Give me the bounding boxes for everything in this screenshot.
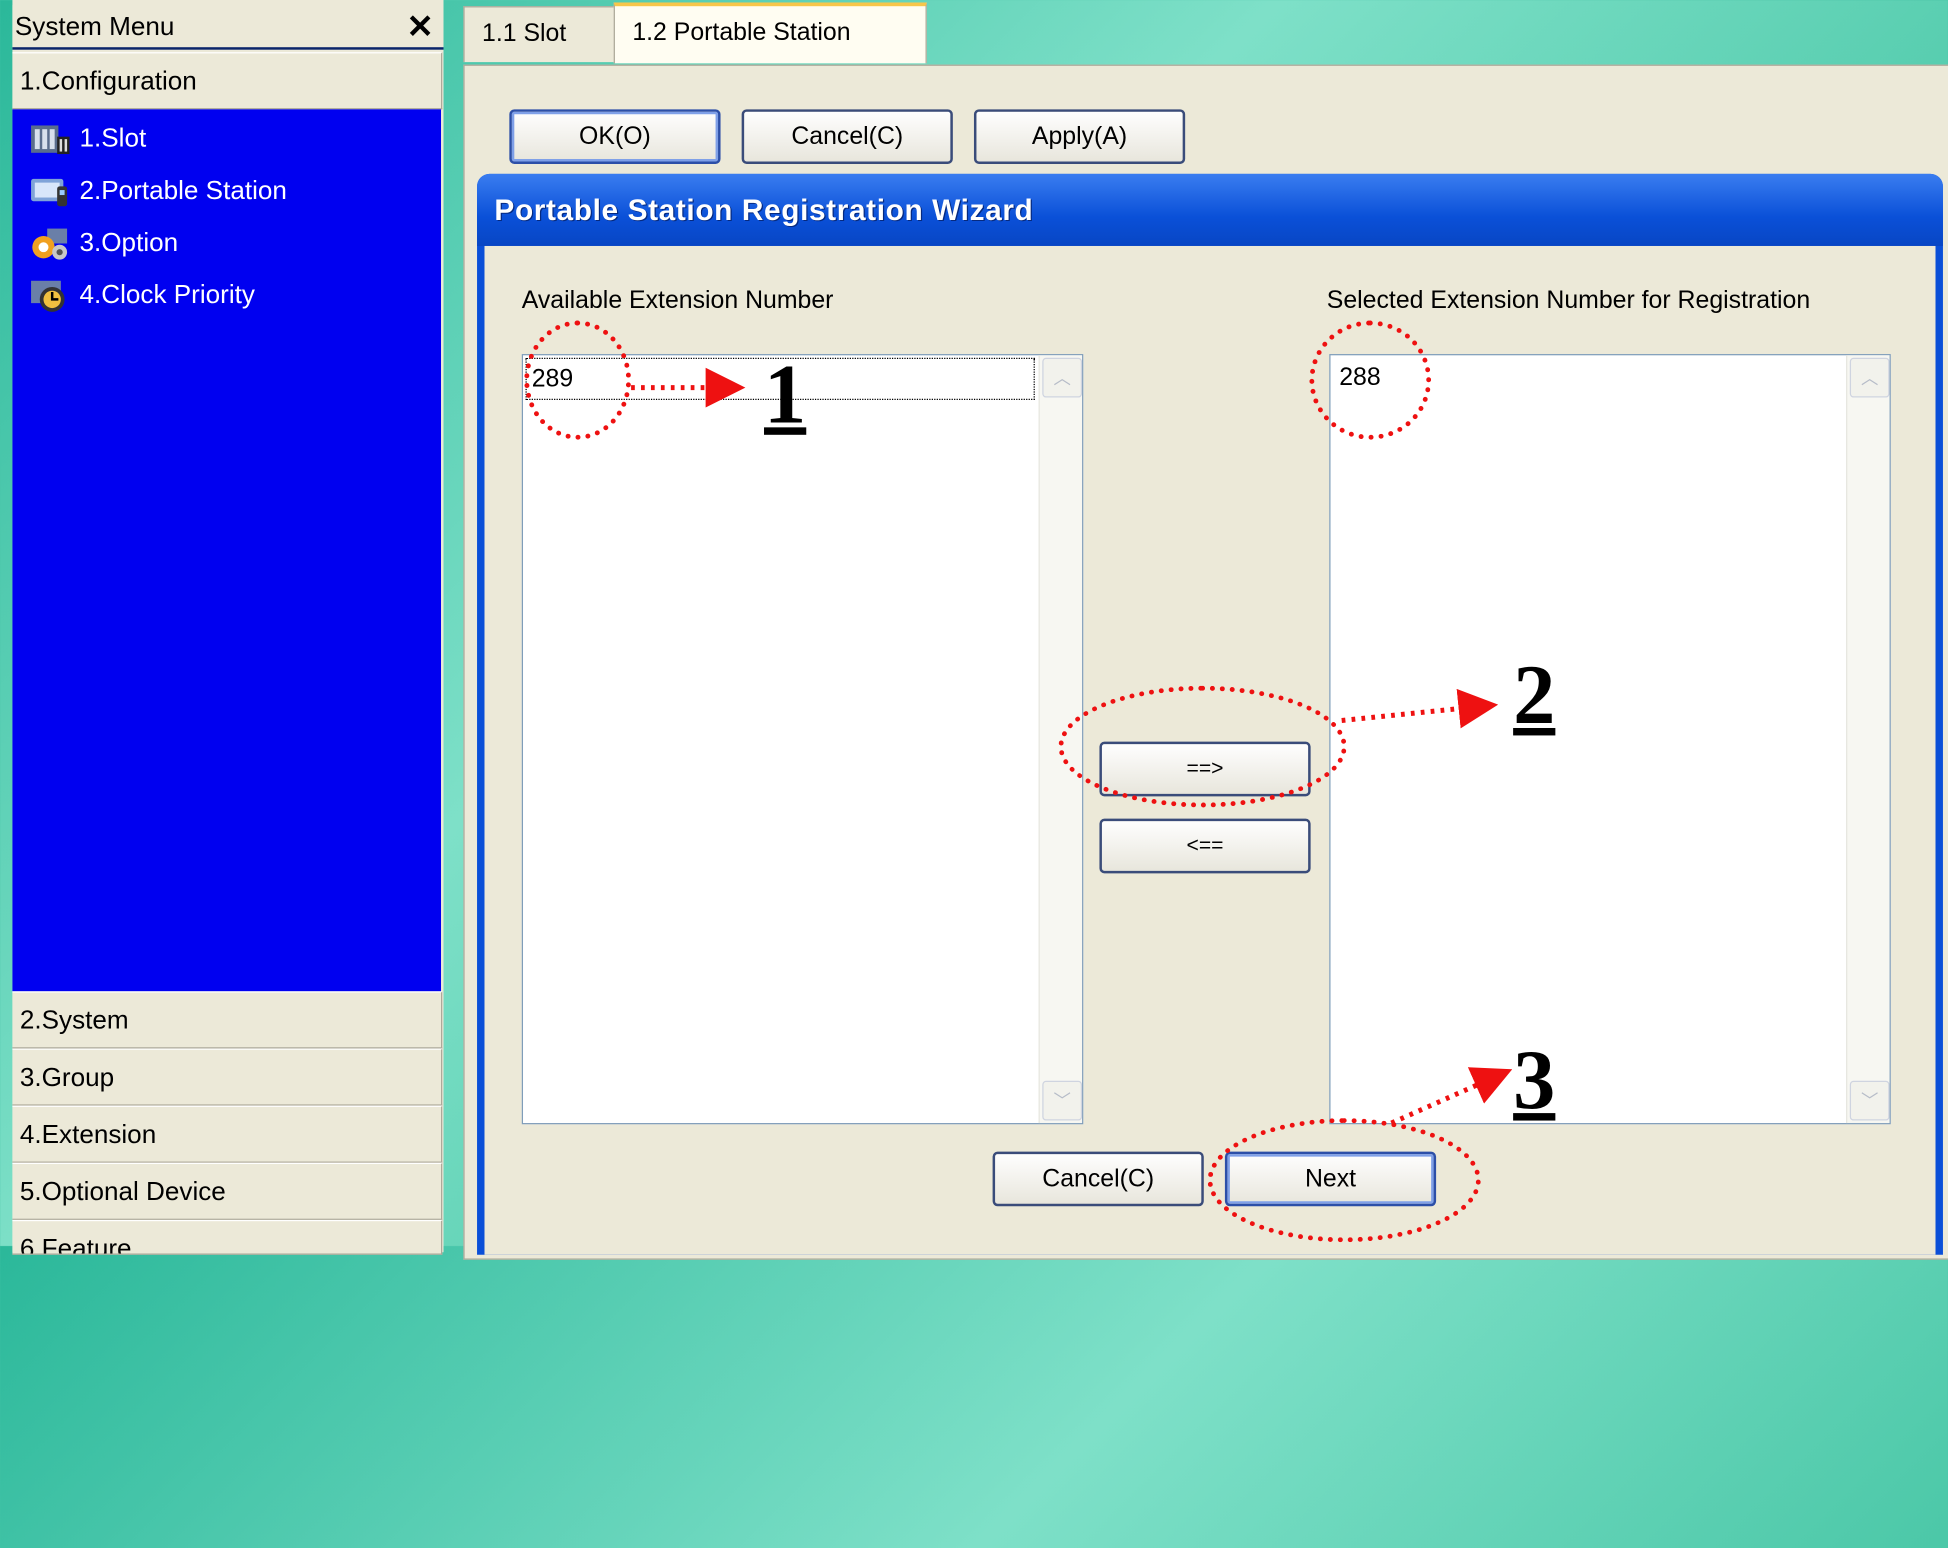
annotation-number-3: 3 xyxy=(1513,1032,1556,1127)
annotation-number-2: 2 xyxy=(1513,647,1556,742)
screen: System Menu ✕ 1.Configuration 1.Slot 2.P… xyxy=(0,0,1948,1548)
arrow-3 xyxy=(1390,1067,1513,1126)
annotation-arrows xyxy=(631,367,1513,1126)
arrow-2 xyxy=(1341,688,1499,729)
annotation-number-1: 1 xyxy=(764,346,807,442)
